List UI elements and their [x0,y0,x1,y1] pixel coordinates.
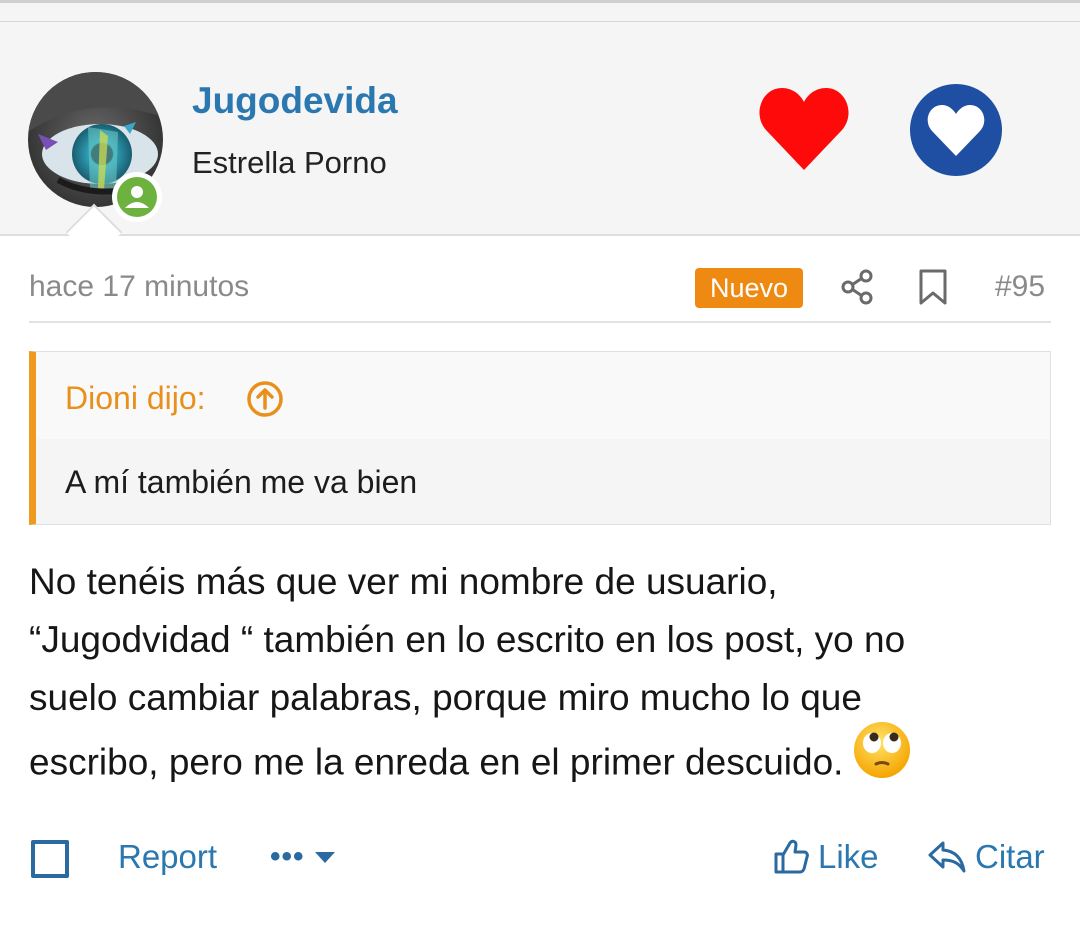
post-number[interactable]: #95 [995,270,1045,304]
post-user-header: Jugodevida Estrella Porno [0,22,1080,236]
quote-reply-button[interactable]: Citar [927,838,1045,876]
quote-header: Dioni dijo: [36,352,1050,439]
select-post-checkbox[interactable] [31,840,69,878]
user-title: Estrella Porno [192,145,387,180]
post-body-line: No tenéis más que ver mi nombre de usuar… [29,561,778,602]
reply-arrow-icon [928,841,966,873]
rolling-eyes-emoji-icon [853,721,911,796]
blue-heart-icon[interactable] [910,84,1002,176]
post-body-line: “Jugodvidad “ también en lo escrito en l… [29,619,906,660]
quote-text: A mí también me va bien [65,464,418,500]
username-link[interactable]: Jugodevida [192,80,398,122]
thumbs-up-icon [774,839,809,874]
quote-reply-label: Citar [975,838,1045,875]
more-dots-label: ••• [270,840,305,873]
divider [29,321,1051,323]
quote-block: Dioni dijo: A mí también me va bien [29,351,1051,525]
red-heart-icon[interactable] [758,86,850,177]
like-button[interactable]: Like [772,838,879,876]
post-body-line-last: escribo, pero me la enreda en el primer … [29,722,1059,802]
arrow-up-circle-icon[interactable] [246,380,284,423]
share-icon[interactable] [838,267,878,312]
like-label: Like [818,838,879,875]
post-timestamp[interactable]: hace 17 minutos [29,270,249,304]
quote-author[interactable]: Dioni dijo: [65,380,206,417]
online-status-icon [112,172,162,222]
new-badge: Nuevo [695,268,803,308]
post-body-line: escribo, pero me la enreda en el primer … [29,741,844,783]
post-body: No tenéis más que ver mi nombre de usuar… [29,553,1059,802]
top-border [0,0,1080,22]
post-body-line: suelo cambiar palabras, porque miro much… [29,677,862,718]
report-button[interactable]: Report [118,838,217,876]
chevron-down-icon [314,852,335,863]
more-actions-button[interactable]: ••• [270,840,337,874]
bookmark-icon[interactable] [918,268,948,311]
